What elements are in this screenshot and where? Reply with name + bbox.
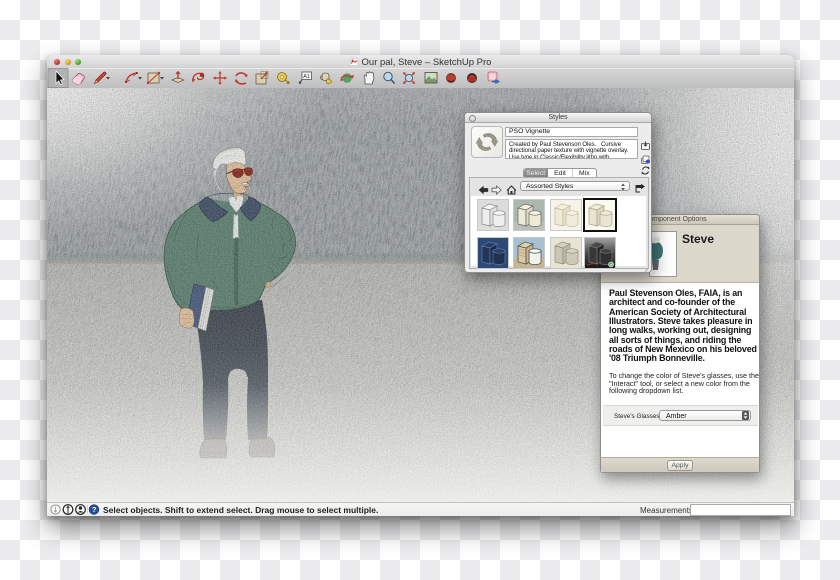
svg-text:?: ? (92, 505, 97, 514)
svg-text:A1: A1 (303, 74, 310, 80)
